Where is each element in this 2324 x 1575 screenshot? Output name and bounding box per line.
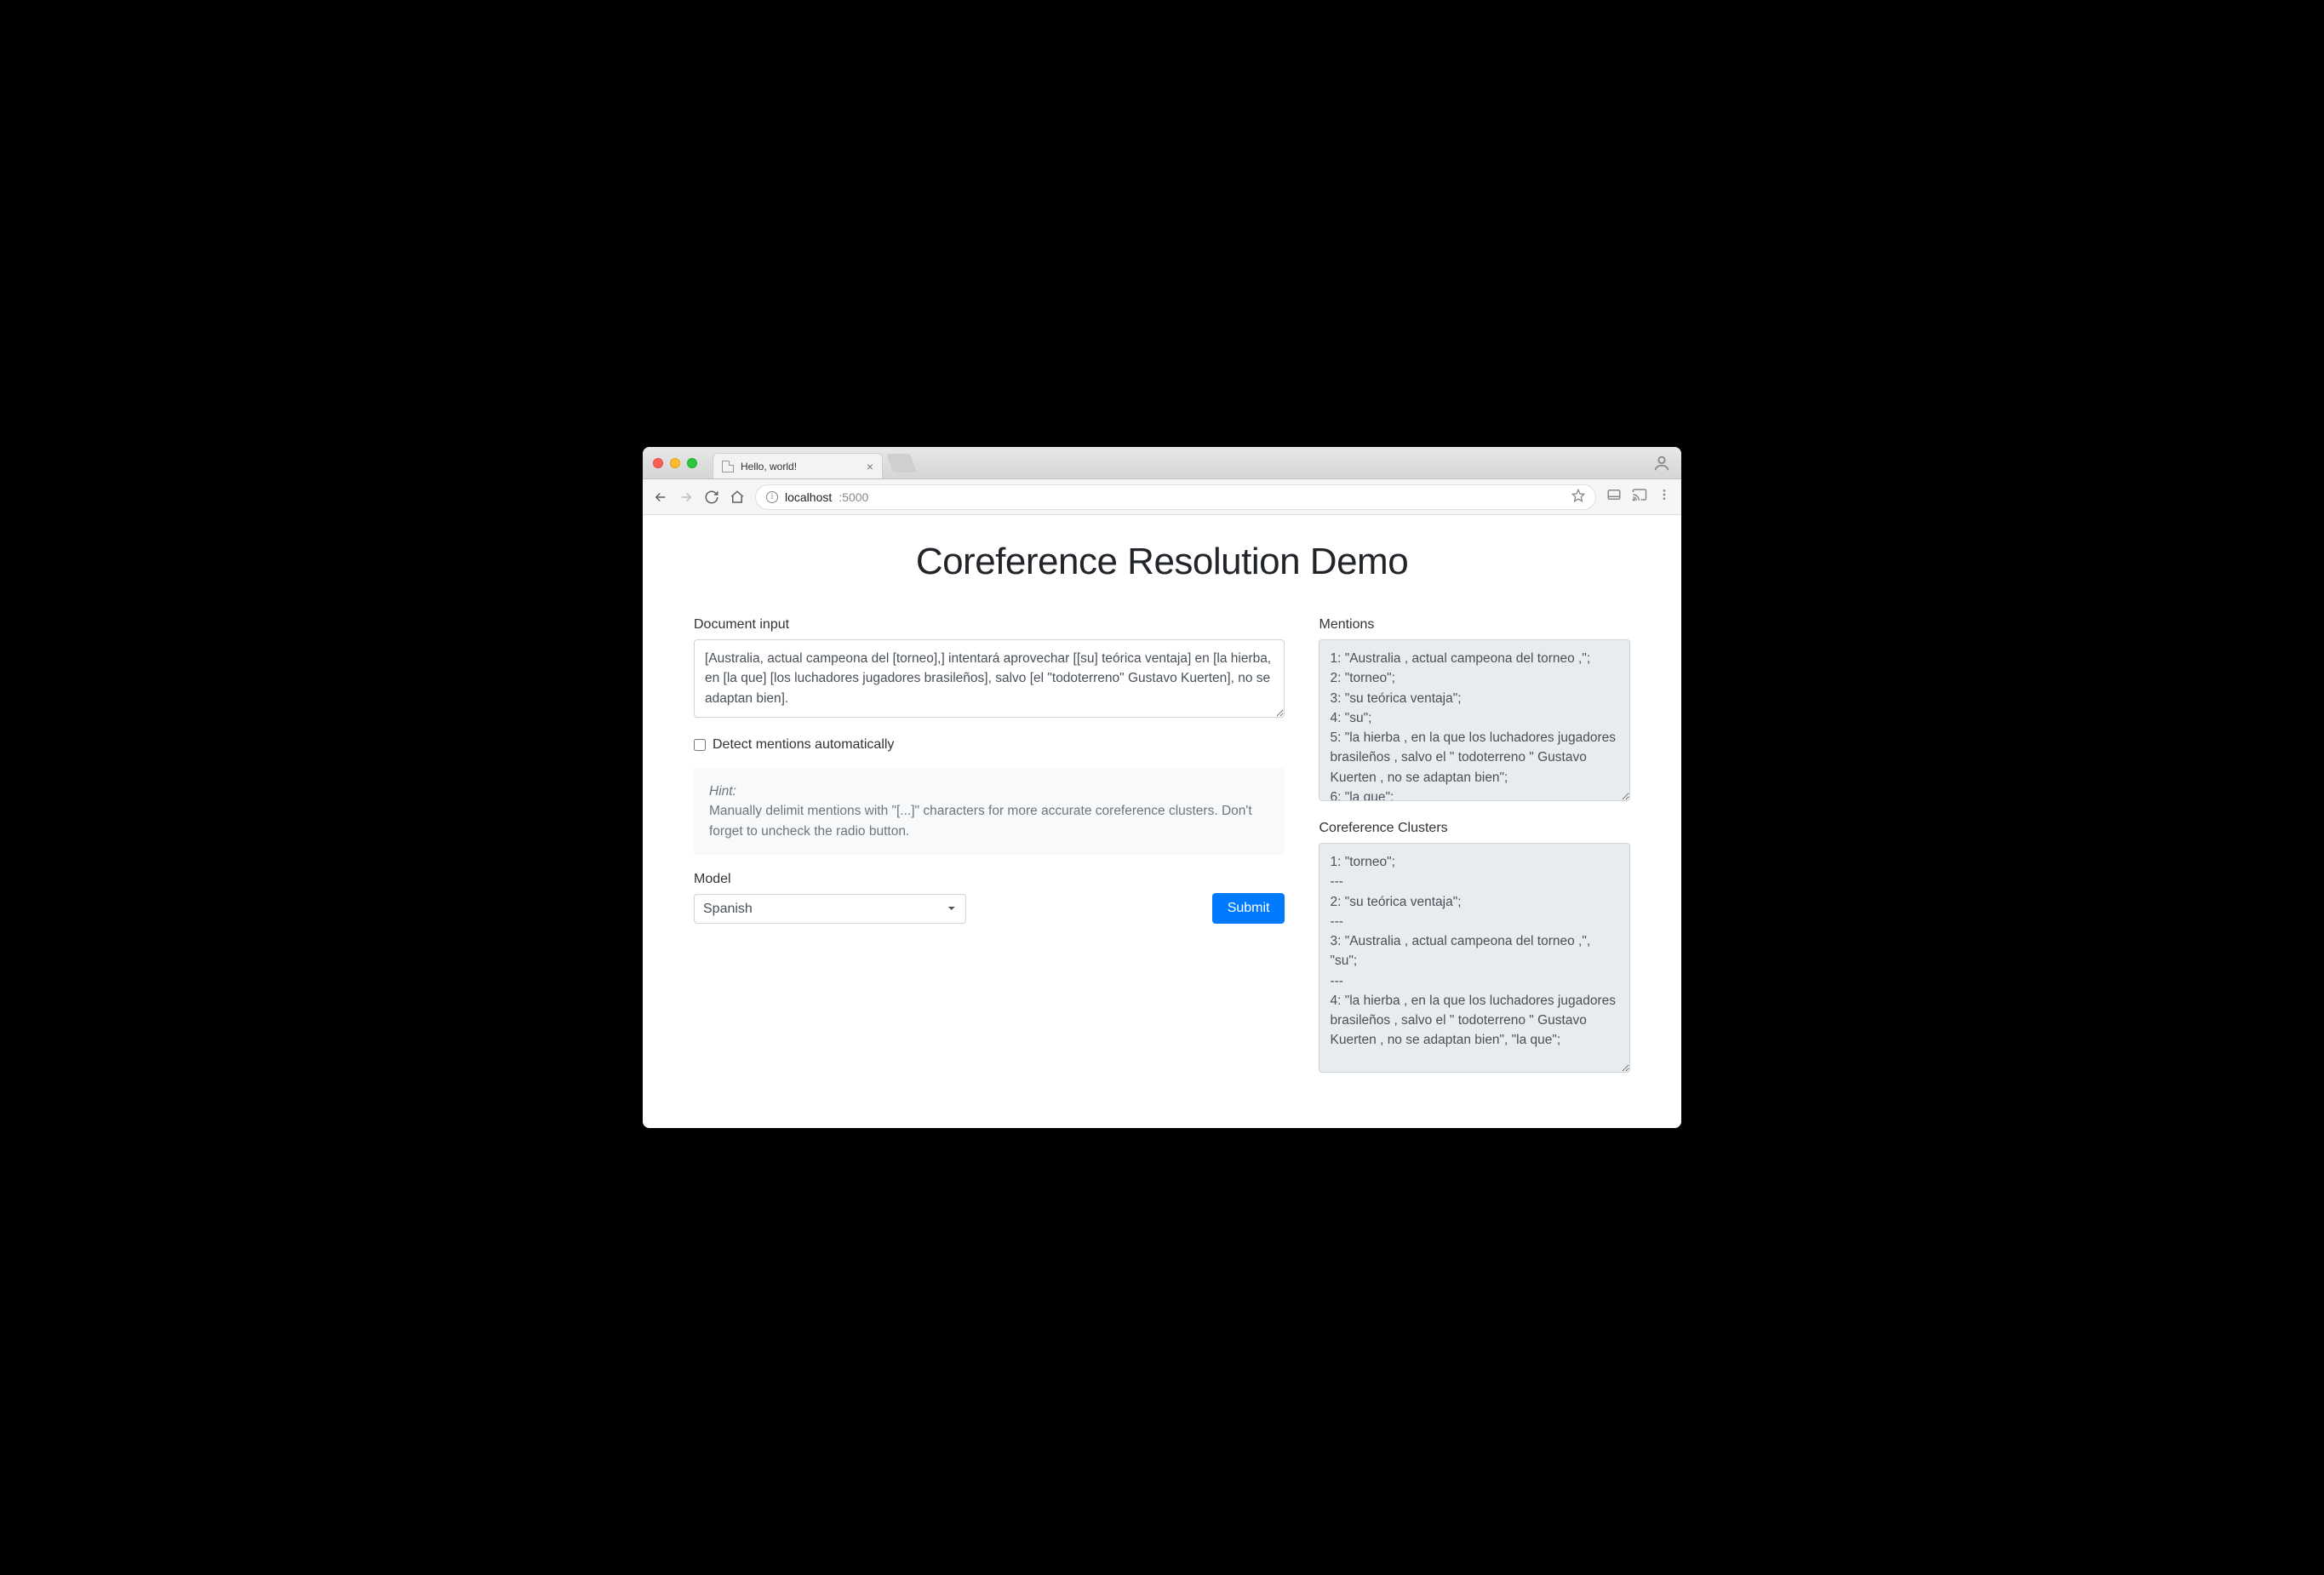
document-input-label: Document input [694,617,1285,633]
browser-window: Hello, world! × i localhost :5000 [643,447,1681,1128]
tab-title: Hello, world! [741,461,797,472]
url-port: :5000 [839,490,868,504]
clusters-output[interactable] [1319,843,1630,1073]
model-select[interactable]: Spanish [694,894,966,924]
hint-heading: Hint: [709,784,736,799]
document-input[interactable] [694,639,1285,718]
hint-body: Manually delimit mentions with "[...]" c… [709,804,1252,838]
mentions-label: Mentions [1319,617,1630,633]
titlebar: Hello, world! × [643,447,1681,479]
right-column: Mentions Coreference Clusters [1319,617,1630,1077]
browser-tab[interactable]: Hello, world! × [713,453,883,478]
tab-close-icon[interactable]: × [867,460,873,473]
model-label: Model [694,872,966,887]
detect-mentions-checkbox[interactable] [694,739,706,751]
extension-icon[interactable] [1606,487,1622,507]
mentions-output[interactable] [1319,639,1630,801]
cast-icon[interactable] [1632,487,1647,507]
profile-icon[interactable] [1652,454,1671,472]
clusters-label: Coreference Clusters [1319,821,1630,836]
site-info-icon[interactable]: i [766,491,778,503]
toolbar-right-icons [1606,487,1671,507]
page-title: Coreference Resolution Demo [694,541,1630,583]
new-tab-button[interactable] [886,454,917,472]
reload-icon[interactable] [704,490,719,505]
bookmark-star-icon[interactable] [1571,489,1585,505]
page-content: Coreference Resolution Demo Document inp… [643,515,1681,1128]
page-favicon-icon [722,461,734,472]
window-close-icon[interactable] [653,458,663,468]
left-column: Document input Detect mentions automatic… [694,617,1285,1077]
traffic-lights [653,458,697,468]
detect-mentions-label: Detect mentions automatically [713,737,894,753]
submit-button[interactable]: Submit [1212,893,1285,924]
browser-toolbar: i localhost :5000 [643,479,1681,515]
address-bar[interactable]: i localhost :5000 [755,484,1596,510]
window-maximize-icon[interactable] [687,458,697,468]
window-minimize-icon[interactable] [670,458,680,468]
forward-icon[interactable] [678,490,694,505]
menu-icon[interactable] [1657,488,1671,506]
back-icon[interactable] [653,490,668,505]
url-host: localhost [785,490,832,504]
hint-box: Hint: Manually delimit mentions with "[.… [694,768,1285,855]
home-icon[interactable] [730,490,745,505]
